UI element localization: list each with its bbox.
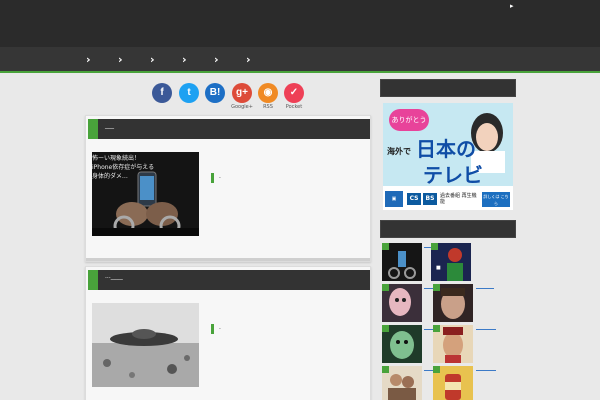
- post-card: ...____ .: [85, 266, 371, 400]
- post-thumbnail[interactable]: 怖ーい現象続出！ iPhone依存症が与える 身体的ダメ…: [92, 152, 199, 236]
- ad-cta-button[interactable]: 詳しくは こちら: [482, 192, 510, 207]
- sidebar-thumb-badge: [382, 284, 389, 291]
- read-more-bar: [211, 173, 214, 183]
- nav-item-5[interactable]: ›: [214, 53, 219, 66]
- ad-headline-2: テレビ: [423, 163, 483, 187]
- ad-caption: 過去番組 再生機能: [440, 193, 477, 205]
- thumb-line-2: iPhone依存症が与える: [92, 164, 155, 171]
- post-card: ___ 怖ーい現象続出！ iPhone依存症が与える 身体的ダメ… .: [85, 115, 371, 262]
- sidebar-thumbnail[interactable]: [382, 243, 422, 281]
- sidebar-thumbnail[interactable]: [382, 325, 422, 363]
- card-shadow: [86, 258, 370, 261]
- read-more-bar: [211, 324, 214, 334]
- sidebar-thumb-badge: [382, 325, 389, 332]
- header-arrow-icon[interactable]: ▸: [510, 2, 514, 10]
- sidebar-thumb-badge: [433, 366, 440, 373]
- sidebar-thumb-badge: [433, 284, 440, 291]
- ad-bubble: ありがとう: [389, 109, 429, 131]
- sidebar-thumb-badge: [433, 325, 440, 332]
- sidebar-link[interactable]: _______: [476, 286, 494, 289]
- post-title[interactable]: ___: [105, 122, 114, 129]
- sidebar-thumbnail[interactable]: [433, 325, 473, 363]
- ad-logo-icon: ▣: [385, 191, 403, 207]
- post-thumbnail[interactable]: [92, 303, 199, 387]
- read-more-link[interactable]: .: [211, 324, 227, 334]
- thumb-line-1: 怖ーい現象続出！: [92, 155, 141, 162]
- thumb-line-3: 身体的ダメ…: [92, 173, 128, 180]
- nav-item-3[interactable]: ›: [150, 53, 155, 66]
- post-title[interactable]: ...____: [105, 273, 123, 280]
- sidebar-thumbnail[interactable]: [433, 284, 473, 322]
- sidebar-thumbnail[interactable]: [382, 366, 422, 400]
- sidebar-link[interactable]: ■ ■■■■■■■■■■■__: [436, 265, 488, 271]
- ad-banner[interactable]: ありがとう 海外で 日本の テレビ ▣ CS BS 過去番組 再生機能 詳しくは…: [383, 103, 513, 210]
- sidebar-thumbnail[interactable]: [431, 243, 471, 281]
- post-title-accent: [88, 270, 98, 290]
- twitter-icon[interactable]: t: [179, 83, 199, 103]
- sidebar-thumb-badge: [382, 243, 389, 250]
- site-header: ▸: [0, 0, 600, 47]
- nav-item-2[interactable]: ›: [118, 53, 123, 66]
- sidebar-thumb-badge: [382, 366, 389, 373]
- read-more-text[interactable]: .: [219, 324, 221, 331]
- facebook-icon[interactable]: f: [152, 83, 172, 103]
- sidebar-thumbnail[interactable]: [382, 284, 422, 322]
- sidebar-heading: [380, 220, 516, 238]
- nav-item-4[interactable]: ›: [182, 53, 187, 66]
- read-more-link[interactable]: .: [211, 173, 227, 183]
- post-title-bar[interactable]: ___: [88, 119, 370, 139]
- post-title-bar[interactable]: ...____: [88, 270, 370, 290]
- global-nav: › › › › › ›: [0, 47, 600, 73]
- nav-item-6[interactable]: ›: [246, 53, 251, 66]
- sidebar-heading: [380, 79, 516, 97]
- read-more-text[interactable]: .: [219, 173, 221, 180]
- nav-item-1[interactable]: ›: [86, 53, 91, 66]
- ufo-photo-image: [92, 303, 199, 387]
- sidebar-thumb-badge: [431, 243, 438, 250]
- ad-badge-bs: BS: [423, 193, 437, 205]
- google-plus-icon[interactable]: g+: [232, 83, 252, 103]
- ad-badge-cs: CS: [407, 193, 421, 205]
- rss-icon[interactable]: ◉: [258, 83, 278, 103]
- sidebar-link[interactable]: ________: [476, 327, 496, 330]
- sidebar-link[interactable]: _______: [476, 368, 496, 371]
- pocket-icon[interactable]: ✓: [284, 83, 304, 103]
- ad-headline-1: 日本の: [416, 137, 476, 161]
- ad-prefix: 海外で: [387, 147, 411, 156]
- post-title-accent: [88, 119, 98, 139]
- sidebar-thumbnail[interactable]: [433, 366, 473, 400]
- pocket-caption: Pocket: [285, 104, 303, 110]
- hatena-bookmark-icon[interactable]: B!: [205, 83, 225, 103]
